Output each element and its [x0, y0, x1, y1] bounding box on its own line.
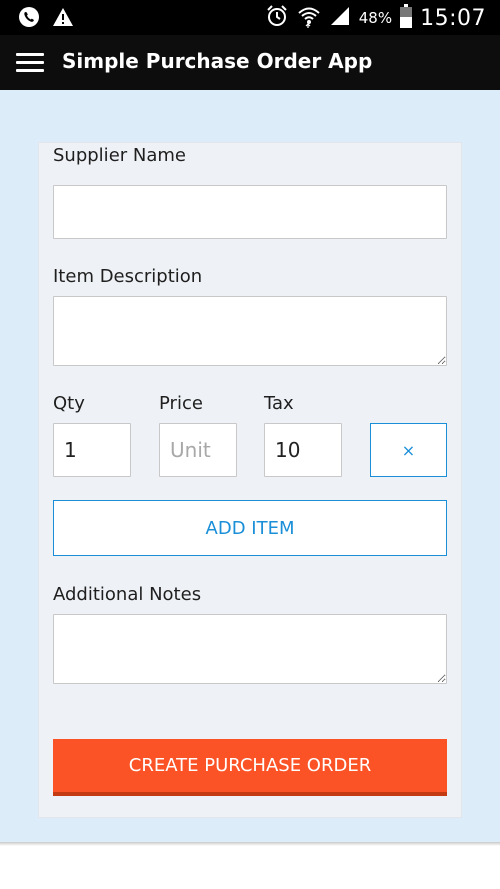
phone-icon	[18, 6, 40, 32]
bottom-shadow	[0, 842, 500, 846]
qty-label: Qty	[53, 393, 85, 414]
remove-item-button[interactable]: ×	[370, 423, 447, 477]
price-label: Price	[159, 393, 203, 414]
tax-label: Tax	[264, 393, 294, 414]
battery-percent: 48%	[358, 9, 393, 27]
item-description-label: Item Description	[53, 266, 203, 287]
wifi-icon	[297, 4, 321, 32]
main-content: Supplier Name Item Description Qty Price…	[0, 90, 500, 842]
status-bar: 48% 15:07	[0, 0, 500, 35]
price-input[interactable]	[159, 423, 237, 477]
status-bar-right: 48% 15:07	[265, 4, 486, 32]
add-item-button[interactable]: ADD ITEM	[53, 500, 447, 556]
status-bar-left	[18, 6, 74, 32]
supplier-name-label: Supplier Name	[53, 145, 186, 166]
close-icon: ×	[401, 440, 416, 460]
battery-icon	[400, 4, 413, 32]
app-bar: Simple Purchase Order App	[0, 35, 500, 90]
warning-icon	[52, 7, 74, 31]
purchase-order-form: Supplier Name Item Description Qty Price…	[38, 142, 462, 818]
create-purchase-order-button[interactable]: CREATE PURCHASE ORDER	[53, 739, 447, 796]
app-title: Simple Purchase Order App	[62, 49, 373, 73]
tax-input[interactable]	[264, 423, 342, 477]
alarm-icon	[265, 4, 289, 32]
additional-notes-input[interactable]	[53, 614, 447, 684]
qty-input[interactable]	[53, 423, 131, 477]
hamburger-menu-icon[interactable]	[12, 47, 50, 79]
signal-icon	[329, 5, 351, 31]
supplier-name-input[interactable]	[53, 185, 447, 239]
additional-notes-label: Additional Notes	[53, 584, 202, 605]
item-description-input[interactable]	[53, 296, 447, 366]
clock-time: 15:07	[420, 5, 486, 31]
